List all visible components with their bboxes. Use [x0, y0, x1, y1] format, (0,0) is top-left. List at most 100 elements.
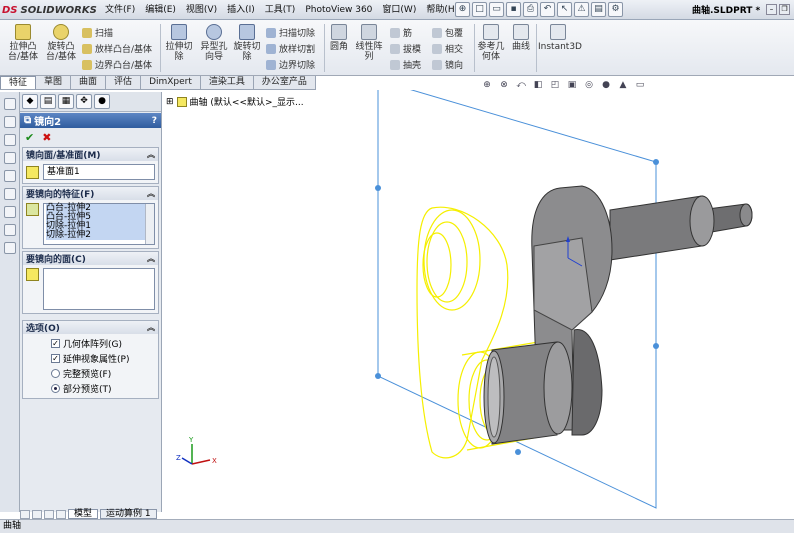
task-tool-icon[interactable] [3, 224, 16, 236]
faces-listbox[interactable] [43, 268, 155, 310]
mirror-button[interactable]: 镜向 [432, 58, 463, 71]
task-tool-icon[interactable] [3, 134, 16, 146]
list-scrollbar[interactable] [145, 204, 154, 244]
save-icon[interactable]: ▪ [506, 2, 521, 17]
radio-selected[interactable] [51, 384, 60, 393]
task-tool-icon[interactable] [3, 242, 16, 254]
graphics-area[interactable]: Y X Z [162, 79, 794, 512]
previous-view-icon[interactable]: ⤺ [514, 79, 528, 91]
collapse-chevron-icon[interactable]: ︽ [147, 188, 155, 199]
property-manager-icon[interactable]: ▤ [40, 94, 56, 109]
features-to-mirror-header[interactable]: 要镜向的特征(F) ︽ [23, 187, 158, 200]
partial-preview-radio[interactable]: 部分预览(T) [23, 381, 158, 396]
geometry-pattern-checkbox[interactable]: ✓ 几何体阵列(G) [23, 336, 158, 351]
checkbox-checked[interactable]: ✓ [51, 339, 60, 348]
wrap-button[interactable]: 包覆 [432, 26, 463, 39]
help-button[interactable]: ? [152, 116, 157, 126]
tab-surfaces[interactable]: 曲面 [71, 76, 107, 89]
menu-photoview[interactable]: PhotoView 360 [300, 0, 377, 20]
checkbox-checked[interactable]: ✓ [51, 354, 60, 363]
curves-button[interactable]: 曲线 [508, 24, 534, 52]
tab-nav-icon[interactable] [20, 509, 30, 519]
full-preview-radio[interactable]: 完整预览(F) [23, 366, 158, 381]
task-tool-icon[interactable] [3, 98, 16, 110]
tab-nav-icon[interactable] [56, 509, 66, 519]
loft-boss-button[interactable]: 放样凸台/基体 [82, 42, 152, 55]
pin-icon[interactable]: ⊕ [455, 2, 470, 17]
model-view[interactable]: Y X Z [162, 79, 794, 512]
rebuild-icon[interactable]: ⚠ [574, 2, 589, 17]
tab-motion-study[interactable]: 运动算例 1 [100, 509, 157, 519]
task-tool-icon[interactable] [3, 152, 16, 164]
cancel-x-icon[interactable]: ✖ [42, 131, 51, 144]
linear-pattern-button[interactable]: 线性阵列 [354, 24, 384, 62]
collapse-chevron-icon[interactable]: ︽ [147, 322, 155, 333]
ok-check-icon[interactable]: ✔ [25, 131, 34, 144]
configuration-manager-icon[interactable]: ▦ [58, 94, 74, 109]
zoom-area-icon[interactable]: ⊗ [497, 79, 511, 91]
tab-dimxpert[interactable]: DimXpert [141, 76, 201, 89]
print-icon[interactable]: ⎙ [523, 2, 538, 17]
mirror-face-header[interactable]: 镜向面/基准面(M) ︽ [23, 148, 158, 161]
lofted-cut-button[interactable]: 放样切割 [266, 42, 315, 55]
faces-to-mirror-header[interactable]: 要镜向的面(C) ︽ [23, 252, 158, 265]
plane-handle[interactable] [653, 159, 659, 165]
dimxpert-manager-icon[interactable]: ✥ [76, 94, 92, 109]
propagate-visual-checkbox[interactable]: ✓ 延伸视象属性(P) [23, 351, 158, 366]
display-style-icon[interactable]: ▣ [565, 79, 579, 91]
draft-button[interactable]: 拔模 [390, 42, 421, 55]
undo-icon[interactable]: ↶ [540, 2, 555, 17]
tab-office-products[interactable]: 办公室产品 [254, 76, 316, 89]
restore-button[interactable]: ❐ [779, 4, 790, 15]
minimize-button[interactable]: – [766, 4, 777, 15]
crankshaft-part[interactable] [483, 185, 753, 445]
radio-unselected[interactable] [51, 369, 60, 378]
expand-icon[interactable]: ⊞ [166, 97, 174, 107]
edit-appearance-icon[interactable]: ● [599, 79, 613, 91]
revolve-boss-button[interactable]: 旋转凸台/基体 [44, 24, 78, 62]
plane-handle[interactable] [653, 343, 659, 349]
hide-show-icon[interactable]: ◎ [582, 79, 596, 91]
features-listbox[interactable]: 凸台-拉伸2 凸台-拉伸5 切除-拉伸1 切除-拉伸2 [43, 203, 155, 245]
mirror-plane[interactable] [377, 79, 657, 509]
boundary-boss-button[interactable]: 边界凸台/基体 [82, 58, 152, 71]
zoom-to-fit-icon[interactable]: ⊕ [480, 79, 494, 91]
file-properties-icon[interactable]: ▤ [591, 2, 606, 17]
rib-button[interactable]: 筋 [390, 26, 412, 39]
plane-handle[interactable] [375, 373, 381, 379]
extrude-cut-button[interactable]: 拉伸切除 [164, 24, 194, 62]
tab-nav-icon[interactable] [44, 509, 54, 519]
feature-tree-flyout[interactable]: ⊞ 曲轴 (默认<<默认>_显示... [166, 95, 304, 108]
instant3d-button[interactable]: Instant3D [538, 24, 582, 52]
tab-model[interactable]: 模型 [68, 509, 99, 519]
task-tool-icon[interactable] [3, 170, 16, 182]
menu-window[interactable]: 窗口(W) [377, 0, 421, 20]
select-icon[interactable]: ↖ [557, 2, 572, 17]
mirror-face-field[interactable]: 基准面1 [43, 164, 155, 180]
hole-wizard-button[interactable]: 异型孔向导 [198, 24, 230, 62]
sweep-button[interactable]: 扫描 [82, 26, 113, 39]
shell-button[interactable]: 抽壳 [390, 58, 421, 71]
view-settings-icon[interactable]: ▭ [633, 79, 647, 91]
scene-icon[interactable]: ▲ [616, 79, 630, 91]
display-manager-icon[interactable]: ● [94, 94, 110, 109]
list-item[interactable]: 切除-拉伸2 [46, 231, 154, 240]
options-icon[interactable]: ⚙ [608, 2, 623, 17]
task-tool-icon[interactable] [3, 206, 16, 218]
collapse-chevron-icon[interactable]: ︽ [147, 149, 155, 160]
view-orientation-icon[interactable]: ◰ [548, 79, 562, 91]
tab-render-tools[interactable]: 渲染工具 [201, 76, 254, 89]
menu-file[interactable]: 文件(F) [100, 0, 140, 20]
task-tool-icon[interactable] [3, 116, 16, 128]
new-document-icon[interactable]: □ [472, 2, 487, 17]
menu-view[interactable]: 视图(V) [181, 0, 222, 20]
fillet-button[interactable]: 圆角 [326, 24, 352, 52]
tab-evaluate[interactable]: 评估 [106, 76, 142, 89]
swept-cut-button[interactable]: 扫描切除 [266, 26, 315, 39]
tab-features[interactable]: 特征 [0, 76, 37, 89]
extrude-boss-button[interactable]: 拉伸凸台/基体 [6, 24, 40, 62]
tab-sketch[interactable]: 草图 [36, 76, 72, 89]
plane-handle[interactable] [515, 449, 521, 455]
tab-nav-icon[interactable] [32, 509, 42, 519]
options-header[interactable]: 选项(O) ︽ [23, 321, 158, 334]
